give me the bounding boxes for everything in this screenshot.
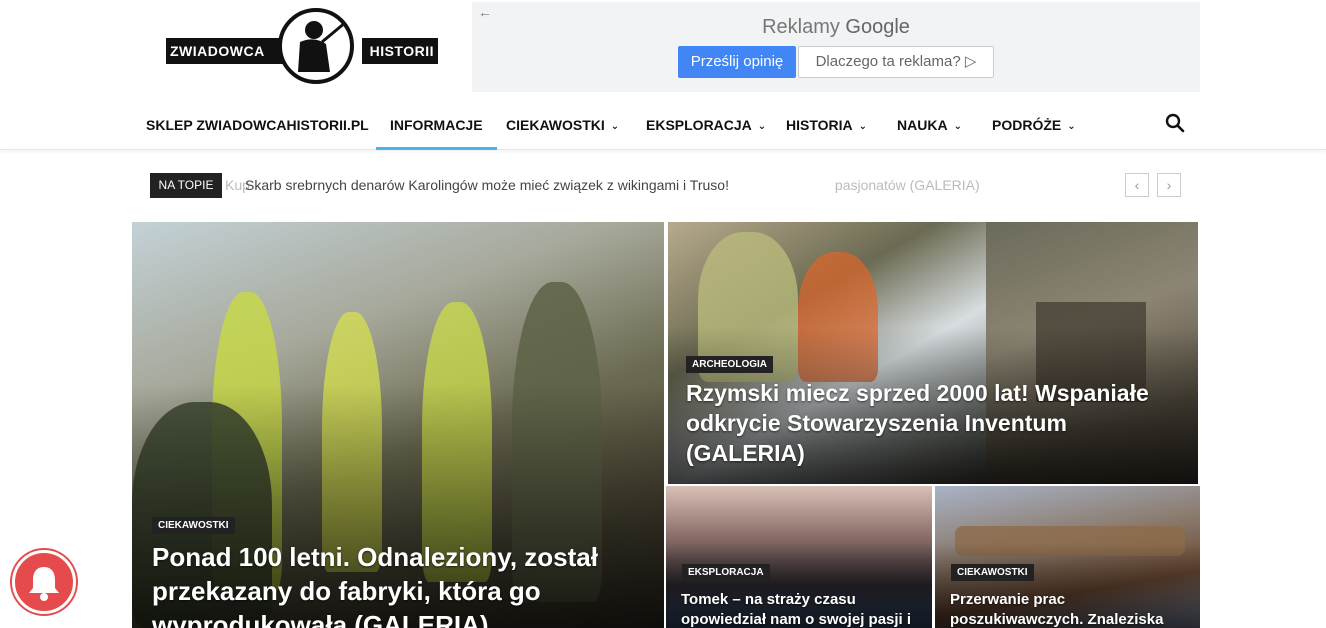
article-title[interactable]: Tomek – na straży czasu opowiedział nam … (681, 590, 921, 628)
ticker-prev-button[interactable]: ‹ (1125, 173, 1149, 197)
nav-label: NAUKA (897, 117, 948, 133)
article-title[interactable]: Przerwanie prac poszukiwawczych. Znalezi… (950, 590, 1190, 628)
chevron-down-icon: ⌄ (1067, 121, 1076, 132)
play-icon: ▷ (964, 53, 977, 70)
nav-item-eksploracja[interactable]: EKSPLORACJA ⌄ (646, 98, 766, 150)
article-tile[interactable]: EKSPLORACJA Tomek – na straży czasu opow… (666, 486, 932, 628)
ticker-next-button[interactable]: › (1157, 173, 1181, 197)
chevron-down-icon: ⌄ (757, 121, 767, 132)
nav-item-informacje[interactable]: INFORMACJE (376, 98, 497, 150)
logo-text-right: HISTORII (362, 38, 438, 64)
chevron-down-icon: ⌄ (610, 121, 620, 132)
nav-label: CIEKAWOSTKI (506, 117, 605, 133)
chevron-down-icon: ⌄ (858, 121, 868, 132)
main-navigation: SKLEP ZWIADOWCAHISTORII.PL INFORMACJE CI… (0, 98, 1326, 150)
nav-item-nauka[interactable]: NAUKA ⌄ (897, 98, 962, 150)
category-badge[interactable]: ARCHEOLOGIA (686, 356, 773, 373)
google-ad-panel: ← Reklamy Google Prześlij opinię Dlaczeg… (472, 2, 1200, 92)
category-badge[interactable]: EKSPLORACJA (682, 564, 770, 581)
ad-title: Reklamy Google (472, 16, 1200, 39)
article-title[interactable]: Rzymski miecz sprzed 2000 lat! Wspaniałe… (686, 378, 1186, 468)
nav-item-ciekawostki[interactable]: CIEKAWOSTKI ⌄ (506, 98, 619, 150)
notification-bell-button[interactable] (12, 550, 76, 614)
nav-label: SKLEP ZWIADOWCAHISTORII.PL (146, 117, 369, 133)
bell-icon (29, 567, 59, 601)
search-icon[interactable] (1164, 112, 1186, 134)
nav-label: HISTORIA (786, 117, 853, 133)
why-this-ad-button[interactable]: Dlaczego ta reklama? ▷ (798, 46, 994, 78)
ticker-headline[interactable]: Skarb srebrnych denarów Karolingów może … (245, 177, 729, 193)
ad-title-prefix: Reklamy (762, 16, 840, 38)
nav-item-shop[interactable]: SKLEP ZWIADOWCAHISTORII.PL (146, 98, 369, 150)
nav-label: INFORMACJE (390, 117, 483, 133)
site-logo[interactable]: ZWIADOWCA HISTORII (166, 8, 438, 86)
category-badge[interactable]: CIEKAWOSTKI (152, 517, 235, 534)
why-this-ad-label: Dlaczego ta reklama? (815, 53, 961, 70)
article-tile[interactable]: CIEKAWOSTKI Przerwanie prac poszukiwawcz… (935, 486, 1200, 628)
category-badge[interactable]: CIEKAWOSTKI (951, 564, 1034, 581)
nav-item-podroze[interactable]: PODRÓŻE ⌄ (992, 98, 1076, 150)
featured-article-tile[interactable]: CIEKAWOSTKI Ponad 100 letni. Odnaleziony… (132, 222, 664, 628)
nav-item-historia[interactable]: HISTORIA ⌄ (786, 98, 867, 150)
ticker-label: NA TOPIE (150, 173, 222, 198)
ad-title-brand: Google (845, 16, 910, 38)
send-feedback-button[interactable]: Prześlij opinię (678, 46, 796, 78)
logo-emblem (278, 8, 354, 84)
nav-label: EKSPLORACJA (646, 117, 752, 133)
article-title[interactable]: Ponad 100 letni. Odnaleziony, został prz… (152, 540, 612, 628)
logo-text-left: ZWIADOWCA (166, 38, 284, 64)
nav-label: PODRÓŻE (992, 117, 1062, 133)
ticker-ghost-tail: pasjonatów (GALERIA) (834, 177, 980, 193)
chevron-down-icon: ⌄ (953, 121, 962, 132)
